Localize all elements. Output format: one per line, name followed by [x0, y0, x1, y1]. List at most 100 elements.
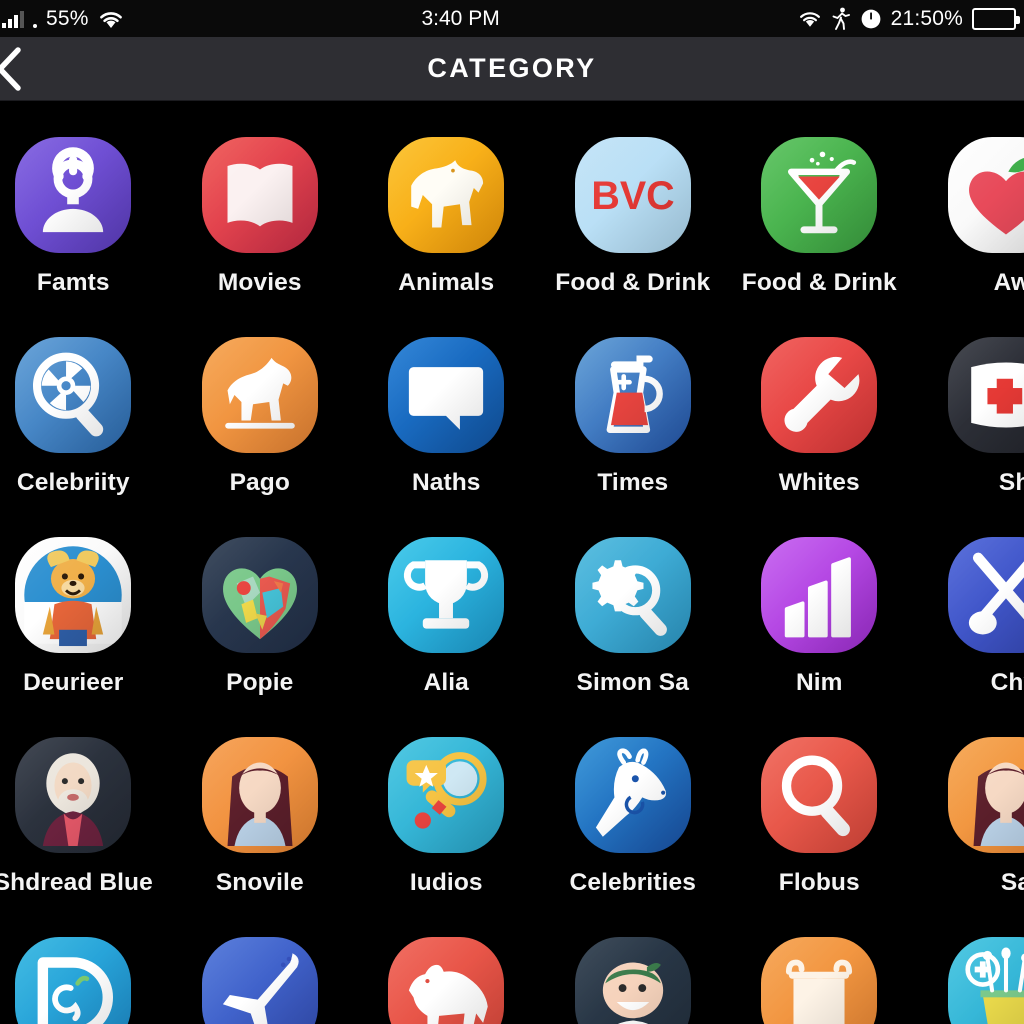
app-cell[interactable]: Alia — [353, 501, 540, 701]
app-label: Celebriity — [16, 469, 130, 496]
app-icon-letter-d-icon[interactable] — [15, 937, 132, 1024]
app-icon-chef-avatar-icon[interactable] — [574, 937, 691, 1024]
app-cell[interactable] — [353, 901, 540, 1024]
app-cell[interactable]: Shitu — [913, 301, 1024, 501]
person-power-icon — [43, 147, 104, 233]
app-label: Food & Drink — [555, 269, 711, 296]
app-icon-whites[interactable] — [761, 337, 878, 453]
app-icon-shitu[interactable] — [947, 337, 1024, 453]
app-icon-shdread-blue[interactable] — [15, 737, 132, 853]
nav-bar: CATEGORY — [0, 37, 1024, 101]
app-label: Nim — [795, 669, 843, 696]
app-cell[interactable]: Sally — [913, 701, 1024, 901]
app-cell[interactable]: BVC Food & Drink — [540, 101, 727, 301]
app-cell[interactable]: Food & Drink — [726, 101, 913, 301]
horse-head-icon — [595, 748, 666, 837]
app-icon-medical-drink-icon[interactable] — [947, 937, 1024, 1024]
app-cell[interactable]: Simon Sa — [540, 501, 727, 701]
speech-bubble-icon — [409, 367, 484, 430]
page-title: CATEGORY — [427, 53, 597, 83]
app-label: Awald — [993, 269, 1024, 296]
app-cell[interactable]: Awald — [913, 101, 1024, 301]
cocktail-glass-icon — [788, 151, 857, 234]
app-cell[interactable] — [913, 901, 1024, 1024]
app-icon-celebriity[interactable] — [15, 337, 132, 453]
app-label: Simon Sa — [576, 669, 689, 696]
app-label: Chy pr — [990, 669, 1024, 696]
bvc-logo-icon: BVC — [591, 174, 674, 218]
app-icon-movies[interactable] — [201, 137, 318, 253]
app-cell[interactable]: Iudios — [353, 701, 540, 901]
app-cell[interactable]: Naths — [353, 301, 540, 501]
app-icon-deurieer[interactable] — [15, 537, 132, 653]
status-bar: 55% 3:40 PM 21:50% — [0, 0, 1024, 37]
app-icon-dog-icon[interactable] — [388, 937, 505, 1024]
signal-bars-icon — [2, 10, 24, 28]
app-icon-food-drink[interactable]: BVC — [574, 137, 691, 253]
app-icon-airplane-icon[interactable] — [201, 937, 318, 1024]
heart-collage-icon — [222, 568, 297, 640]
app-icon-chy-pr[interactable] — [947, 537, 1024, 653]
app-cell[interactable] — [726, 901, 913, 1024]
cartoon-dog-icon — [24, 546, 122, 647]
app-cell[interactable]: Celebriity — [0, 301, 167, 501]
app-icon-flobus[interactable] — [761, 737, 878, 853]
app-icon-nim[interactable] — [761, 537, 878, 653]
back-chevron-icon — [0, 46, 21, 91]
app-icon-iudios[interactable] — [388, 737, 505, 853]
app-label: Iudios — [409, 869, 483, 896]
app-icon-food-drink[interactable] — [761, 137, 878, 253]
app-grid[interactable]: Famts Movies Animals BVC Food & Drink Food… — [0, 101, 1024, 1024]
app-cell[interactable]: Nim — [726, 501, 913, 701]
gear-search-icon — [592, 560, 667, 636]
back-button[interactable] — [0, 46, 30, 91]
app-cell[interactable]: Animals — [353, 101, 540, 301]
app-cell[interactable]: Pago — [167, 301, 354, 501]
app-icon-simon-sa[interactable] — [574, 537, 691, 653]
horse-statue-icon — [224, 357, 295, 429]
app-label: Shitu — [998, 469, 1024, 496]
battery-icon — [972, 7, 1020, 30]
app-cell[interactable]: Movies — [167, 101, 354, 301]
app-icon-animals[interactable] — [388, 137, 505, 253]
trophy-icon — [404, 560, 489, 629]
app-icon-times[interactable] — [574, 337, 691, 453]
rattle-star-icon — [406, 752, 487, 829]
app-cell[interactable] — [167, 901, 354, 1024]
app-cell[interactable] — [0, 901, 167, 1024]
app-cell[interactable]: Flobus — [726, 701, 913, 901]
app-cell[interactable]: Celebrities — [540, 701, 727, 901]
app-icon-pago[interactable] — [201, 337, 318, 453]
app-cell[interactable]: Snovile — [167, 701, 354, 901]
app-icon-popie[interactable] — [201, 537, 318, 653]
elderly-avatar-icon — [43, 753, 104, 847]
app-icon-window-shelf-icon[interactable] — [761, 937, 878, 1024]
woman-avatar-icon — [973, 762, 1024, 847]
app-cell[interactable]: Famts — [0, 101, 167, 301]
app-cell[interactable]: Chy pr — [913, 501, 1024, 701]
app-cell[interactable]: Whites — [726, 301, 913, 501]
wifi-icon — [798, 9, 822, 28]
woman-avatar-icon — [227, 762, 293, 847]
app-label: Shdread Blue — [0, 869, 153, 896]
app-label: Whites — [778, 469, 860, 496]
app-cell[interactable]: Shdread Blue — [0, 701, 167, 901]
magnifier-icon — [782, 755, 851, 837]
chef-avatar-icon — [602, 962, 663, 1024]
signal-percent-label: 55% — [46, 7, 89, 30]
app-icon-snovile[interactable] — [201, 737, 318, 853]
app-icon-awald[interactable] — [947, 137, 1024, 253]
app-icon-famts[interactable] — [15, 137, 132, 253]
letter-d-icon — [37, 957, 114, 1024]
app-cell[interactable]: Times — [540, 301, 727, 501]
app-cell[interactable]: Deurieer — [0, 501, 167, 701]
app-cell[interactable] — [540, 901, 727, 1024]
app-cell[interactable]: Popie — [167, 501, 354, 701]
app-icon-alia[interactable] — [388, 537, 505, 653]
app-icon-naths[interactable] — [388, 337, 505, 453]
app-label: Alia — [423, 669, 469, 696]
airplane-icon — [222, 953, 299, 1024]
app-icon-celebrities[interactable] — [574, 737, 691, 853]
app-icon-sally[interactable] — [947, 737, 1024, 853]
battery-percent-label: 21:50% — [890, 7, 963, 30]
